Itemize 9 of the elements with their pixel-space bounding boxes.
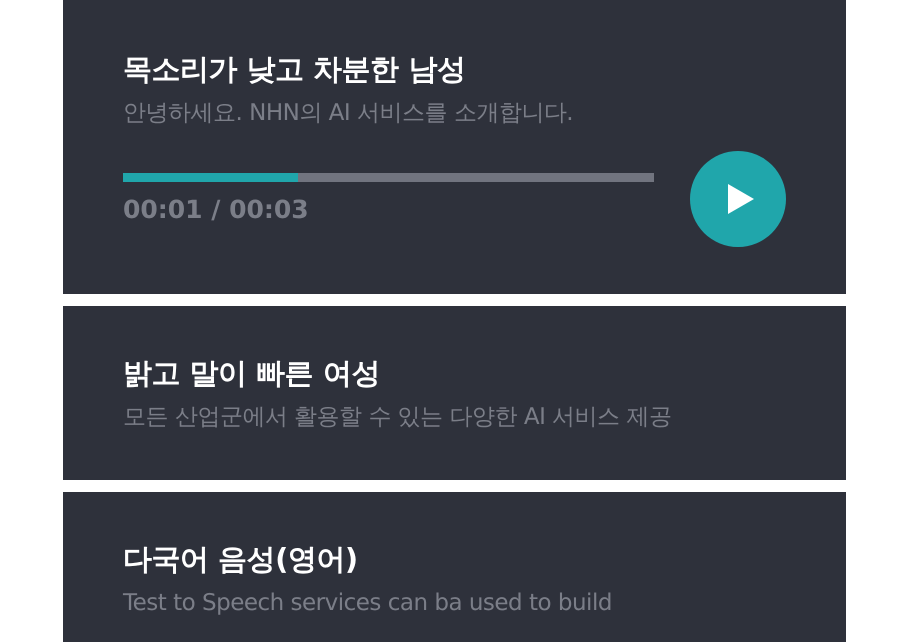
voice-title: 밝고 말이 빠른 여성 [123,355,381,392]
playback-time: 00:01 / 00:03 [123,194,309,226]
voice-description: 모든 산업군에서 활용할 수 있는 다양한 AI 서비스 제공 [123,403,673,432]
play-icon [728,184,754,214]
progress-track[interactable] [123,172,654,182]
voice-description: 안녕하세요. NHN의 AI 서비스를 소개합니다. [123,99,574,128]
voice-title: 다국어 음성(영어) [123,541,359,578]
voice-description: Test to Speech services can ba used to build [123,589,613,618]
voice-title: 목소리가 낮고 차분한 남성 [123,51,466,88]
